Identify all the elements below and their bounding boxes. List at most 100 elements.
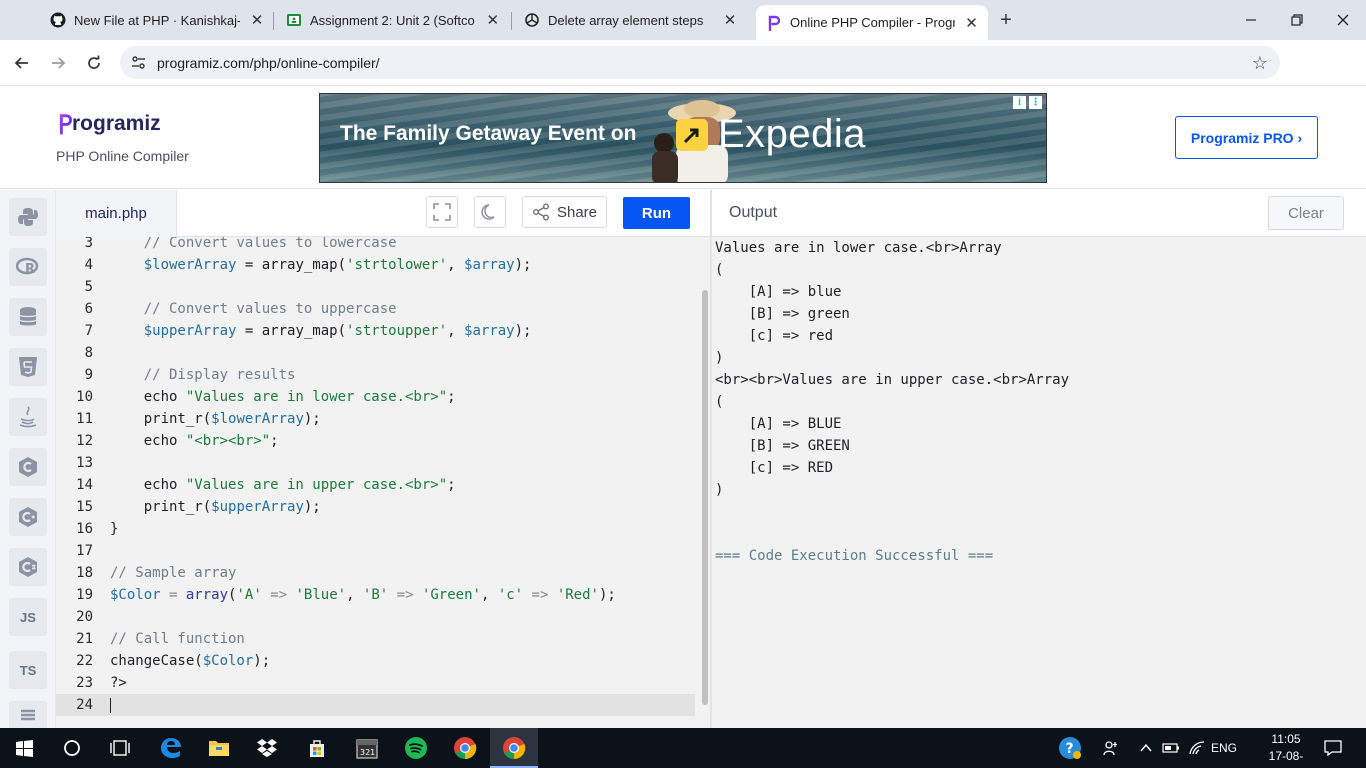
chrome-active-icon[interactable] <box>490 728 538 768</box>
ad-info-icon[interactable]: i <box>1013 96 1026 109</box>
code-text: $Color = array('A' => 'Blue', 'B' => 'Gr… <box>110 587 616 603</box>
execution-status: === Code Execution Successful === <box>715 548 994 564</box>
code-line[interactable]: 3 // Convert values to lowercase <box>56 237 695 254</box>
swift-icon[interactable] <box>9 701 47 728</box>
file-tab[interactable]: main.php <box>56 190 177 237</box>
python-icon[interactable] <box>9 198 47 236</box>
browser-tab-chatgpt[interactable]: Delete array element steps ✕ <box>508 0 748 40</box>
people-icon[interactable] <box>1098 728 1124 768</box>
code-line[interactable]: 7 $upperArray = array_map('strtoupper', … <box>56 320 695 342</box>
browser-tab-programiz[interactable]: Online PHP Compiler - Programiz ✕ <box>756 5 988 40</box>
address-bar[interactable]: programiz.com/php/online-compiler/ ☆ <box>120 46 1280 79</box>
output-line: ( <box>715 262 724 278</box>
spotify-icon[interactable] <box>392 728 440 768</box>
svg-text:321: 321 <box>360 748 375 757</box>
minimize-icon[interactable] <box>1228 0 1274 40</box>
editor-scrollbar[interactable] <box>700 237 710 728</box>
forward-icon[interactable] <box>43 48 73 78</box>
notifications-icon[interactable] <box>1320 728 1346 768</box>
code-line[interactable]: 23 ?> <box>56 672 695 694</box>
input-language-indicator[interactable]: ENG <box>1210 728 1238 768</box>
sql-database-icon[interactable] <box>9 298 47 336</box>
code-editor[interactable]: 3 // Convert values to lowercase 4 $lower… <box>56 237 700 728</box>
browser-tab-classroom[interactable]: Assignment 2: Unit 2 (Softcopy ✕ <box>270 0 510 40</box>
fullscreen-button[interactable] <box>426 196 458 228</box>
programiz-pro-button[interactable]: Programiz PRO › <box>1175 116 1318 159</box>
javascript-icon[interactable]: JS <box>9 598 47 636</box>
scrollbar-thumb[interactable] <box>702 290 708 705</box>
file-explorer-icon[interactable] <box>195 728 243 768</box>
expedia-logo-icon <box>676 118 708 151</box>
java-icon[interactable] <box>9 398 47 436</box>
cpp-icon[interactable] <box>9 498 47 536</box>
line-number: 12 <box>76 433 93 449</box>
bookmark-star-icon[interactable]: ☆ <box>1252 53 1268 74</box>
output-line: [A] => blue <box>715 284 842 300</box>
code-line[interactable]: 22 changeCase($Color); <box>56 650 695 672</box>
code-line[interactable]: 21 // Call function <box>56 628 695 650</box>
close-window-icon[interactable] <box>1320 0 1366 40</box>
run-button[interactable]: Run <box>623 197 690 229</box>
code-line[interactable]: 15 print_r($upperArray); <box>56 496 695 518</box>
windows-start-icon[interactable] <box>0 728 48 768</box>
share-button[interactable]: Share <box>522 196 607 228</box>
clear-button[interactable]: Clear <box>1268 196 1344 230</box>
code-line[interactable]: 10 echo "Values are in lower case.<br>"; <box>56 386 695 408</box>
tab-title: Online PHP Compiler - Programiz <box>790 15 955 30</box>
reload-icon[interactable] <box>79 48 109 78</box>
new-tab-icon[interactable]: + <box>995 9 1017 31</box>
code-line[interactable]: 5 <box>56 276 695 298</box>
code-line[interactable]: 8 <box>56 342 695 364</box>
clock[interactable]: 11:05 17-08-2025 <box>1258 731 1314 768</box>
chevron-up-icon[interactable] <box>1136 728 1156 768</box>
battery-icon[interactable] <box>1160 728 1182 768</box>
search-icon[interactable] <box>48 728 96 768</box>
code-line[interactable]: 4 $lowerArray = array_map('strtolower', … <box>56 254 695 276</box>
ad-menu-icon[interactable]: ⋮ <box>1029 96 1042 109</box>
code-line[interactable]: 16} <box>56 518 695 540</box>
restore-icon[interactable] <box>1274 0 1320 40</box>
wifi-icon[interactable] <box>1186 728 1208 768</box>
advertisement-banner[interactable]: The Family Getaway Event on Expedia i ⋮ <box>319 93 1047 183</box>
ad-headline: The Family Getaway Event on <box>340 122 637 145</box>
task-view-icon[interactable] <box>96 728 144 768</box>
line-number: 23 <box>76 675 93 691</box>
code-line[interactable]: 6 // Convert values to uppercase <box>56 298 695 320</box>
help-icon[interactable]: ? <box>1056 728 1084 768</box>
typescript-icon[interactable]: TS <box>9 651 47 689</box>
ad-choices[interactable]: i ⋮ <box>1013 96 1042 109</box>
programiz-logo[interactable]: rogramiz <box>58 112 161 136</box>
text-cursor <box>110 698 111 713</box>
code-text: // Display results <box>110 367 296 383</box>
c-language-icon[interactable] <box>9 448 47 486</box>
r-language-icon[interactable]: R <box>9 248 47 286</box>
code-line[interactable]: 12 echo "<br><br>"; <box>56 430 695 452</box>
dark-mode-button[interactable] <box>474 196 506 228</box>
close-tab-icon[interactable]: ✕ <box>483 10 502 30</box>
code-line[interactable]: 18 // Sample array <box>56 562 695 584</box>
dropbox-icon[interactable] <box>243 728 291 768</box>
code-line[interactable]: 14 echo "Values are in upper case.<br>"; <box>56 474 695 496</box>
code-line[interactable]: 11 print_r($lowerArray); <box>56 408 695 430</box>
site-info-icon[interactable] <box>130 54 147 76</box>
csharp-icon[interactable] <box>9 548 47 586</box>
tab-title: New File at PHP · Kanishkaj-09/ <box>74 12 240 28</box>
html5-icon[interactable] <box>9 348 47 386</box>
code-line[interactable]: 20 <box>56 606 695 628</box>
edge-browser-icon[interactable] <box>147 728 195 768</box>
code-line[interactable]: 24 <box>56 694 695 716</box>
code-line[interactable]: 13 <box>56 452 695 474</box>
close-tab-icon[interactable]: ✕ <box>963 13 980 33</box>
browser-toolbar: programiz.com/php/online-compiler/ ☆ K <box>0 40 1366 114</box>
line-number: 17 <box>76 543 93 559</box>
back-icon[interactable] <box>7 48 37 78</box>
close-tab-icon[interactable]: ✕ <box>248 10 266 30</box>
code-line[interactable]: 19 $Color = array('A' => 'Blue', 'B' => '… <box>56 584 695 606</box>
browser-tab-github[interactable]: New File at PHP · Kanishkaj-09/ ✕ <box>34 0 274 40</box>
chrome-icon[interactable] <box>441 728 489 768</box>
close-tab-icon[interactable]: ✕ <box>720 10 740 30</box>
calendar-app-icon[interactable]: 321 <box>343 728 391 768</box>
microsoft-store-icon[interactable] <box>293 728 341 768</box>
code-line[interactable]: 17 <box>56 540 695 562</box>
code-line[interactable]: 9 // Display results <box>56 364 695 386</box>
